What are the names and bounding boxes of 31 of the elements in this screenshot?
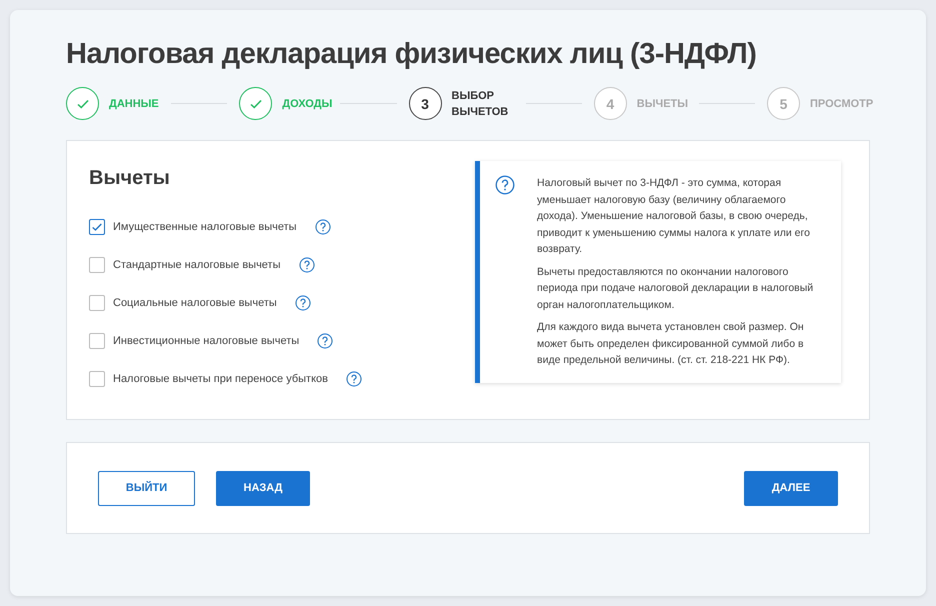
step-label: ВЫБОР ВЫЧЕТОВ — [452, 88, 510, 120]
info-paragraph: Вычеты предоставляются по окончании налогового периода при подаче налоговой декларации в налоговый орган налогоплательщиком. — [537, 264, 814, 312]
step-label: ВЫЧЕТЫ — [636, 96, 687, 112]
option-label: Стандартные налоговые вычеты — [113, 259, 280, 271]
action-button[interactable]: ДАЛЕЕ — [744, 470, 838, 506]
help-icon[interactable] — [346, 371, 362, 387]
page-title: Налоговая декларация физических лиц (3-НДФЛ) — [66, 38, 758, 71]
option-label: Налоговые вычеты при переносе убытков — [113, 373, 328, 385]
checkbox[interactable] — [89, 333, 105, 349]
checkbox[interactable] — [89, 295, 105, 311]
question-icon[interactable] — [495, 175, 515, 195]
action-button[interactable]: ВЫЙТИ — [98, 470, 195, 506]
checkbox[interactable] — [89, 219, 105, 235]
step-marker: 4 — [594, 87, 627, 120]
section-title: Вычеты — [89, 167, 171, 190]
step-label: ДАННЫЕ — [109, 96, 159, 112]
checkbox[interactable] — [89, 371, 105, 387]
info-paragraph: Для каждого вида вычета установлен свой размер. Он может быть определен фиксированной суммой либо в виде предельной величины. (ст. ст. 218-221 НК РФ). — [537, 320, 805, 368]
check-icon — [91, 221, 103, 233]
help-icon[interactable] — [317, 333, 334, 349]
checkbox[interactable] — [89, 257, 105, 273]
help-icon[interactable] — [294, 295, 311, 311]
option-label: Имущественные налоговые вычеты — [113, 221, 297, 233]
action-button[interactable]: НАЗАД — [216, 470, 310, 506]
info-paragraph: Налоговый вычет по 3-НДФЛ - это сумма, которая уменьшает налоговую базу (величину облагаемого дохода). Уменьшение налоговой базы, в свою очередь, приводит к уменьшению суммы налога к уплате или его возврату. — [537, 176, 811, 257]
option-label: Социальные налоговые вычеты — [113, 297, 277, 309]
step-marker: 5 — [767, 87, 800, 120]
step-marker: 3 — [408, 87, 442, 120]
option-label: Инвестиционные налоговые вычеты — [113, 335, 300, 347]
help-icon[interactable] — [298, 257, 314, 273]
help-icon[interactable] — [314, 219, 331, 235]
